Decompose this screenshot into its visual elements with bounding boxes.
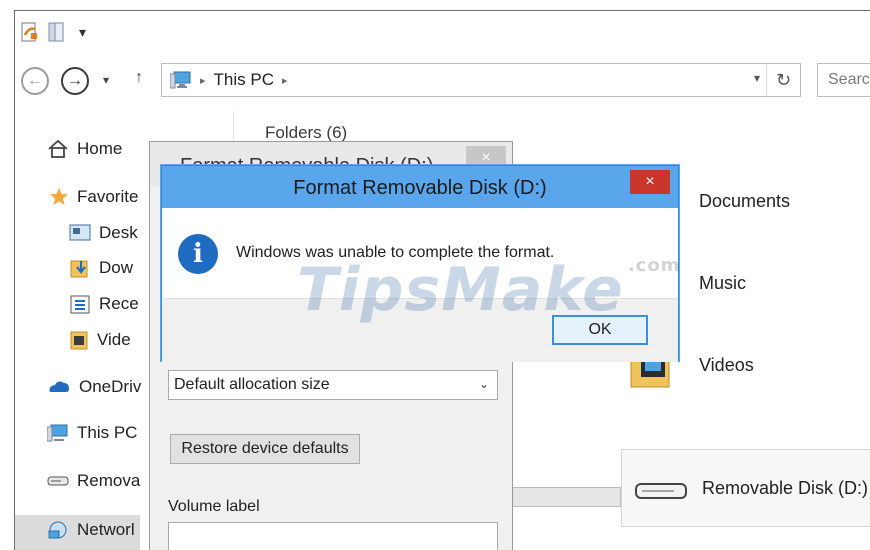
back-button[interactable]: ← [21, 67, 49, 95]
drive-usage-bar [511, 487, 621, 507]
customize-toolbar-icon[interactable]: ▾ [79, 24, 86, 41]
sidebar-label: Rece [99, 294, 139, 313]
sidebar-label: OneDriv [79, 377, 142, 396]
sidebar-item-videos[interactable]: Vide [69, 329, 131, 351]
item-label: Documents [699, 190, 791, 211]
drive-removable-d[interactable]: Removable Disk (D:) [621, 449, 870, 527]
sidebar-item-recent[interactable]: Rece [69, 293, 139, 315]
sidebar-label: This PC [77, 423, 138, 442]
onedrive-icon [49, 381, 69, 392]
allocation-size-select[interactable]: Default allocation size ⌄ [168, 370, 498, 400]
refresh-button[interactable]: ↻ [766, 64, 800, 96]
recent-icon [70, 295, 90, 314]
back-arrow-icon: ← [27, 72, 43, 89]
forward-button[interactable]: → [61, 67, 89, 95]
address-this-pc[interactable]: This PC [214, 70, 274, 90]
navigation-bar: ← → ▾ ↑ ▸ This PC ▸ ▾ ↻ Searc [15, 63, 870, 103]
error-message-box: Format Removable Disk (D:) × i Windows w… [161, 165, 679, 362]
sidebar-label: Desk [99, 223, 138, 242]
chevron-down-icon: ⌄ [478, 377, 489, 391]
removable-icon [47, 476, 69, 486]
sidebar-item-this-pc[interactable]: This PC [47, 423, 137, 443]
properties-icon[interactable] [21, 21, 39, 43]
message-text: Windows was unable to complete the forma… [236, 244, 555, 261]
breadcrumb-separator-icon: ▸ [200, 74, 206, 87]
downloads-icon [70, 260, 88, 278]
address-dropdown-icon[interactable]: ▾ [754, 71, 760, 85]
new-folder-icon[interactable] [47, 21, 65, 43]
this-pc-icon [47, 424, 68, 442]
home-icon [48, 139, 68, 158]
sidebar-item-desktop[interactable]: Desk [69, 223, 138, 243]
sidebar-item-removable[interactable]: Remova [47, 471, 140, 491]
allocation-size-value: Default allocation size [174, 376, 330, 393]
quick-access-toolbar: ▾ [15, 11, 870, 53]
sidebar-item-network[interactable]: Networl [47, 519, 135, 541]
volume-label-input[interactable] [168, 522, 498, 550]
breadcrumb-chevron-icon[interactable]: ▸ [282, 74, 288, 87]
sidebar-label: Dow [99, 258, 134, 277]
desktop-icon [69, 224, 91, 241]
recent-locations-icon[interactable]: ▾ [103, 73, 109, 87]
info-icon: i [178, 234, 218, 274]
sidebar-label: Vide [97, 330, 131, 349]
drive-label: Removable Disk (D:) [702, 478, 869, 498]
sidebar-label: Favorite [77, 187, 139, 206]
message-box-footer: OK [162, 298, 678, 362]
sidebar-label: Home [77, 139, 123, 158]
sidebar-item-home[interactable]: Home [47, 139, 122, 159]
sidebar-item-favorites[interactable]: Favorite [49, 187, 138, 207]
navigation-pane: Home Favorite Desk Dow Rece Vide OneDriv… [15, 121, 141, 550]
message-box-body: i Windows was unable to complete the for… [162, 208, 678, 298]
up-button[interactable]: ↑ [135, 69, 143, 87]
ok-button[interactable]: OK [552, 315, 648, 345]
refresh-icon: ↻ [775, 69, 792, 90]
sidebar-label: Remova [77, 471, 141, 490]
sidebar-item-downloads[interactable]: Dow [69, 257, 133, 279]
sidebar-item-onedrive[interactable]: OneDriv [47, 377, 141, 397]
close-icon: × [645, 173, 655, 190]
message-close-button[interactable]: × [630, 170, 670, 194]
this-pc-icon [170, 71, 191, 89]
search-input[interactable]: Searc [817, 63, 870, 97]
network-icon [48, 521, 67, 539]
message-box-title: Format Removable Disk (D:) [293, 177, 547, 199]
star-icon [50, 188, 68, 205]
message-box-titlebar[interactable]: Format Removable Disk (D:) × [162, 166, 678, 208]
removable-drive-icon [635, 483, 687, 499]
restore-defaults-button[interactable]: Restore device defaults [170, 434, 360, 464]
address-bar[interactable]: ▸ This PC ▸ ▾ ↻ [161, 63, 801, 97]
folders-group-header[interactable]: Folders (6) [265, 123, 347, 143]
sidebar-label: Networl [77, 520, 135, 539]
item-label: Videos [699, 354, 754, 375]
volume-label-caption: Volume label [168, 498, 260, 515]
forward-arrow-icon: → [67, 72, 83, 89]
item-label: Music [699, 272, 747, 293]
videos-icon [70, 331, 88, 350]
explorer-window: ▾ ← → ▾ ↑ ▸ This PC ▸ ▾ ↻ Searc Home Fav… [14, 10, 870, 550]
